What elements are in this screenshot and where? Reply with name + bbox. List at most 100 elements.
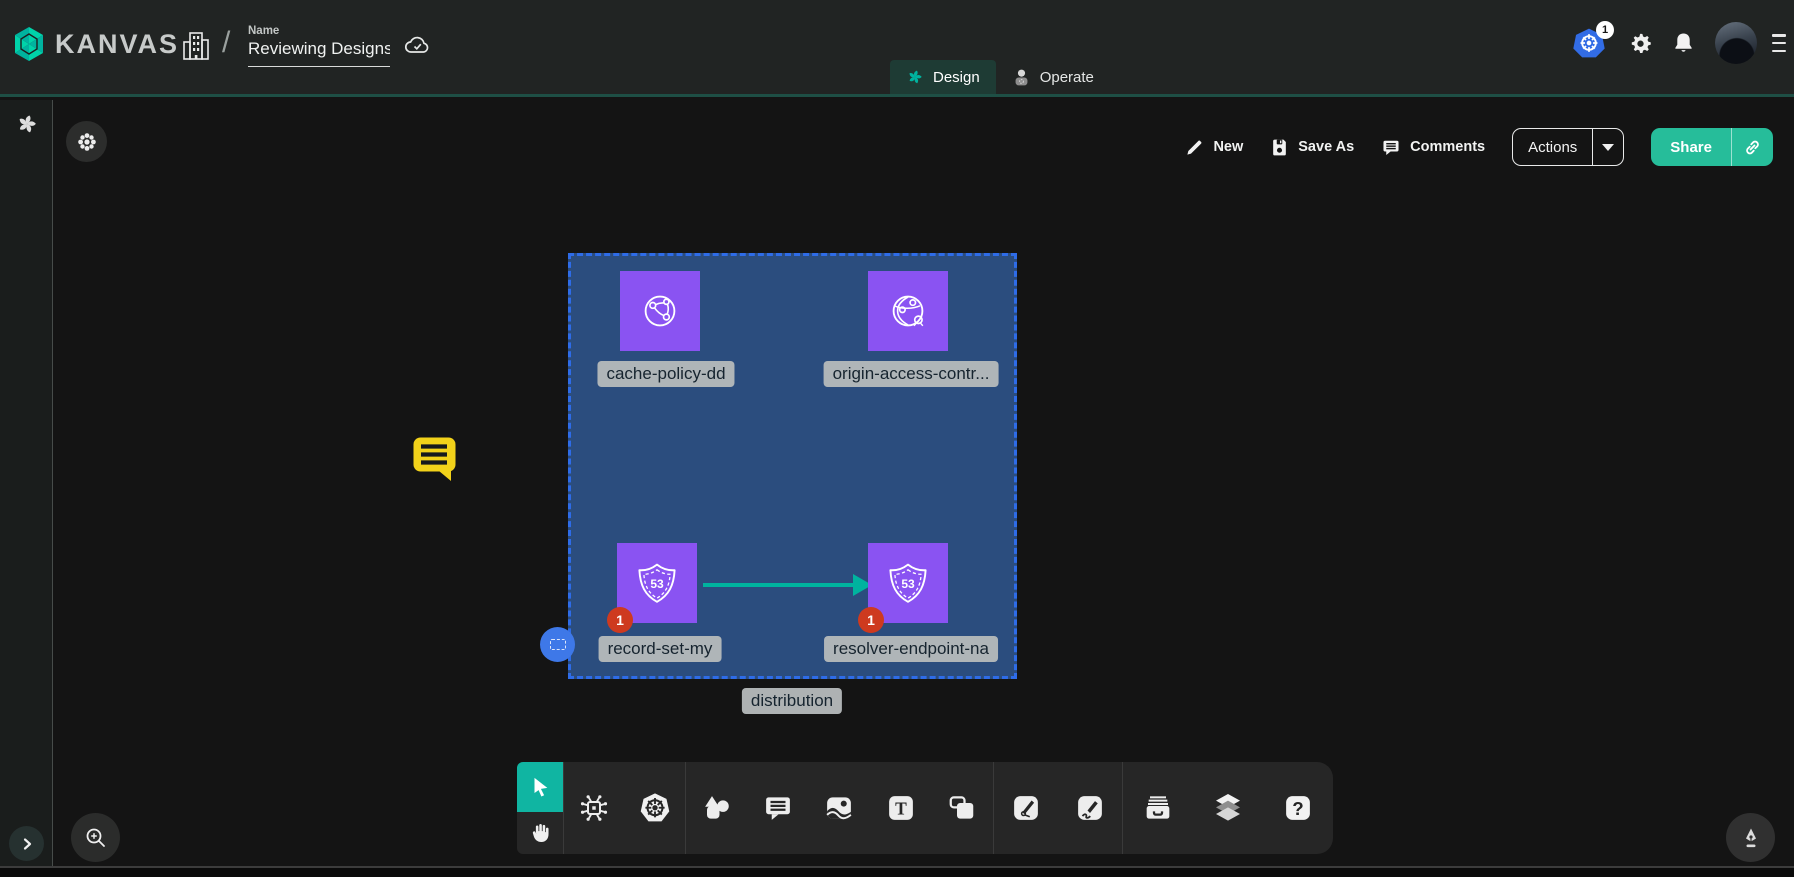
tool-note[interactable] [940, 786, 984, 830]
shapes-icon [702, 793, 732, 823]
tool-help[interactable]: ? [1276, 786, 1320, 830]
node-label[interactable]: cache-policy-dd [597, 361, 734, 387]
actions-button-label: Actions [1513, 129, 1592, 165]
text-icon: T [886, 793, 916, 823]
kanvas-logo-icon [13, 26, 45, 62]
svg-text:53: 53 [901, 577, 915, 591]
tab-operate[interactable]: Operate [996, 60, 1110, 94]
node-issue-badge[interactable]: 1 [858, 607, 884, 633]
tab-operate-label: Operate [1040, 69, 1094, 86]
mode-tabs: Design Operate [890, 60, 1110, 94]
design-name-label: Name [248, 25, 390, 37]
header-right: 1 [1572, 22, 1786, 64]
layers-icon [1212, 792, 1244, 824]
save-as-button-label: Save As [1298, 139, 1354, 155]
settings-gear-icon[interactable] [1629, 32, 1652, 55]
tool-text[interactable]: T [879, 786, 923, 830]
tool-layers[interactable] [1206, 786, 1250, 830]
signature-pen-button[interactable] [1726, 813, 1775, 862]
node-cache-policy[interactable] [620, 271, 700, 351]
tool-dock: T [517, 762, 1333, 854]
dock-group-annotation: T [685, 762, 993, 854]
group-label[interactable]: distribution [742, 688, 842, 714]
brand[interactable]: KANVAS [13, 26, 179, 62]
new-button-label: New [1213, 139, 1243, 155]
cloudfront-origin-access-icon [876, 279, 940, 343]
copy-link-button[interactable] [1731, 128, 1773, 166]
node-label[interactable]: resolver-endpoint-na [824, 636, 998, 662]
actions-caret-button[interactable] [1592, 129, 1623, 165]
circuit-chip-icon [578, 792, 610, 824]
user-avatar[interactable] [1715, 22, 1757, 64]
comments-bubble-icon [1381, 138, 1401, 157]
tab-design-label: Design [933, 69, 980, 86]
comments-button-label: Comments [1410, 139, 1485, 155]
hand-icon [529, 822, 551, 844]
operate-person-icon [1012, 68, 1031, 87]
tool-freehand[interactable] [1068, 786, 1112, 830]
help-question-icon: ? [1283, 793, 1313, 823]
zoom-in-button[interactable] [71, 813, 120, 862]
notifications-bell-icon[interactable] [1673, 31, 1694, 55]
sidebar-expand-button[interactable] [9, 826, 44, 861]
selection-group[interactable]: cache-policy-dd origin-access-contr... 5… [568, 253, 1017, 679]
edge-record-to-resolver[interactable] [703, 583, 855, 587]
comment-marker-icon[interactable] [412, 436, 458, 482]
node-issue-badge[interactable]: 1 [607, 607, 633, 633]
tool-comment[interactable] [756, 786, 800, 830]
breadcrumb-separator: / [222, 26, 230, 60]
dashed-rect-icon [550, 639, 566, 650]
dock-group-utility: ? [1122, 762, 1333, 854]
tool-kubernetes[interactable] [633, 786, 677, 830]
cursor-arrow-icon [529, 776, 551, 798]
comments-button[interactable]: Comments [1381, 138, 1485, 157]
new-pencil-icon [1185, 138, 1204, 157]
svg-text:?: ? [1292, 798, 1303, 819]
dock-group-components [563, 762, 685, 854]
freehand-pencil-icon [1075, 793, 1105, 823]
share-button-label: Share [1651, 128, 1731, 166]
tool-select[interactable] [517, 762, 563, 812]
actions-dropdown-button[interactable]: Actions [1512, 128, 1624, 166]
design-name-field: Name [248, 25, 390, 67]
tool-drawer[interactable] [1136, 786, 1180, 830]
caret-down-icon [1602, 144, 1614, 151]
design-name-input[interactable] [248, 39, 390, 67]
canvas-action-bar: New Save As Comments Actions [1185, 128, 1773, 166]
organization-icon[interactable] [182, 30, 210, 62]
tab-design[interactable]: Design [890, 60, 996, 94]
magnifier-plus-icon [84, 826, 108, 850]
save-as-button[interactable]: Save As [1270, 138, 1354, 157]
comment-bubble-icon [763, 793, 793, 823]
share-button[interactable]: Share [1651, 128, 1773, 166]
route53-shield-icon: 53 [625, 551, 689, 615]
cloud-sync-icon[interactable] [404, 33, 431, 57]
pen-nib-icon [1739, 826, 1763, 850]
selection-handle-button[interactable] [540, 627, 575, 662]
dock-group-drawing [993, 762, 1122, 854]
new-button[interactable]: New [1185, 138, 1243, 157]
design-pinwheel-icon [906, 68, 924, 86]
chevron-right-icon [20, 837, 34, 851]
canvas-widget-button[interactable] [66, 121, 107, 162]
node-origin-access-control[interactable] [868, 271, 948, 351]
tool-shapes[interactable] [695, 786, 739, 830]
tool-pan[interactable] [517, 812, 563, 854]
kubernetes-wheel-icon [639, 792, 671, 824]
left-sidebar [0, 100, 53, 877]
link-icon [1743, 138, 1762, 157]
kubernetes-context-button[interactable]: 1 [1572, 28, 1608, 58]
meshery-logo-icon[interactable] [15, 112, 39, 136]
svg-text:53: 53 [650, 577, 664, 591]
tool-circuit-component[interactable] [572, 786, 616, 830]
menu-icon[interactable] [1772, 34, 1786, 52]
svg-text:T: T [895, 798, 907, 818]
header: KANVAS / Name [0, 0, 1794, 97]
cloudfront-cache-policy-icon [628, 279, 692, 343]
node-label[interactable]: record-set-my [599, 636, 722, 662]
pen-tool-icon [1011, 793, 1041, 823]
node-label[interactable]: origin-access-contr... [824, 361, 999, 387]
tool-pen[interactable] [1004, 786, 1048, 830]
brand-wordmark: KANVAS [55, 29, 179, 60]
tool-image[interactable] [817, 786, 861, 830]
